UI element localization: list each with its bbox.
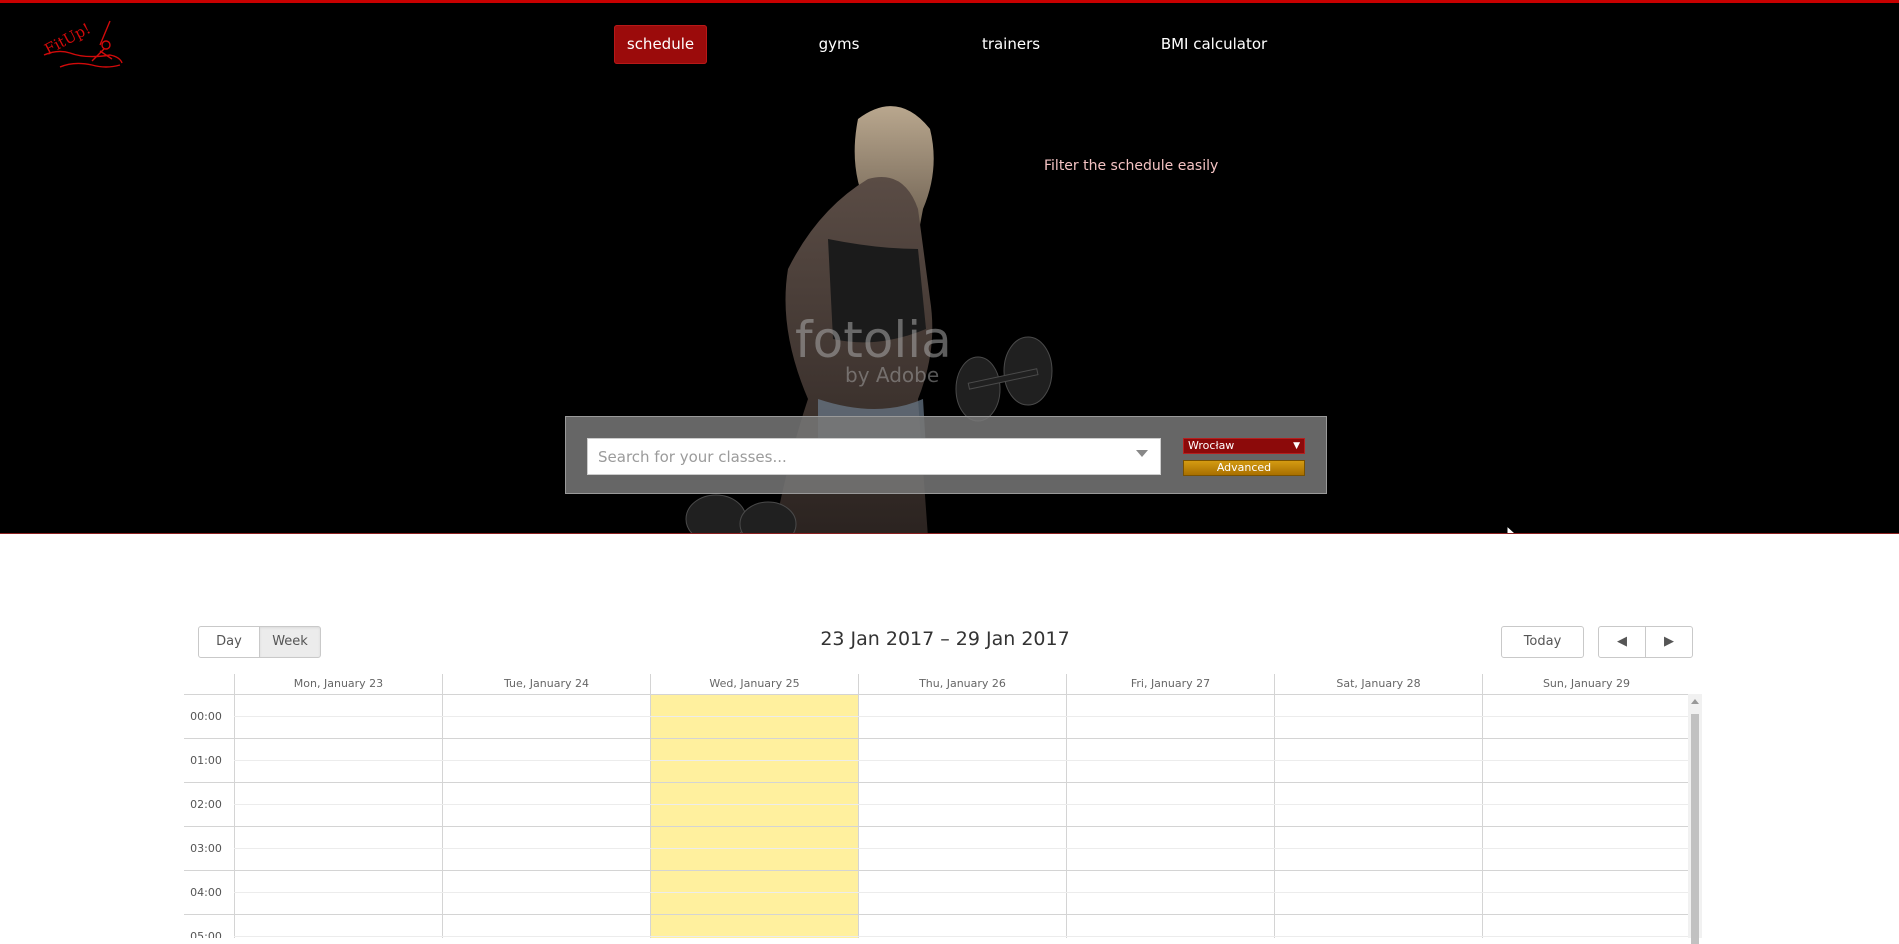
hour-line	[184, 738, 1689, 739]
time-label: 01:00	[190, 754, 222, 767]
watermark-text: fotolia	[795, 311, 952, 369]
day-header: Sat, January 28	[1274, 674, 1482, 694]
day-column[interactable]	[1066, 694, 1274, 938]
day-column[interactable]	[234, 694, 442, 938]
today-column[interactable]	[650, 694, 858, 938]
hour-line	[184, 826, 1689, 827]
advanced-button[interactable]: Advanced	[1183, 460, 1305, 476]
time-label: 04:00	[190, 886, 222, 899]
day-column[interactable]	[1274, 694, 1482, 938]
time-label: 02:00	[190, 798, 222, 811]
fitup-logo[interactable]: FitUp!	[40, 15, 126, 73]
dropdown-arrow-icon: ▼	[1293, 441, 1300, 451]
hero-tagline: Filter the schedule easily	[1044, 158, 1219, 174]
half-hour-line	[234, 936, 1689, 937]
day-header: Wed, January 25	[650, 674, 858, 694]
today-button[interactable]: Today	[1501, 626, 1584, 658]
scrollbar-thumb[interactable]	[1691, 714, 1699, 944]
nav-trainers[interactable]: trainers	[968, 25, 1054, 64]
calendar-date-range: 23 Jan 2017 – 29 Jan 2017	[820, 628, 1070, 650]
city-select[interactable]: Wrocław ▼	[1183, 438, 1305, 454]
prev-arrow-icon: ◀	[1617, 634, 1627, 649]
view-day-button[interactable]: Day	[198, 626, 260, 658]
nav-gyms[interactable]: gyms	[800, 25, 878, 64]
next-arrow-icon: ▶	[1664, 634, 1674, 649]
calendar-scrollbar[interactable]	[1688, 694, 1702, 944]
prev-week-button[interactable]: ◀	[1598, 626, 1646, 658]
time-label: 00:00	[190, 710, 222, 723]
time-label: 05:00	[190, 930, 222, 938]
search-panel: Wrocław ▼ Advanced	[565, 416, 1327, 494]
half-hour-line	[234, 716, 1689, 717]
day-column[interactable]	[858, 694, 1066, 938]
chevron-down-icon[interactable]	[1136, 450, 1148, 457]
day-header: Tue, January 24	[442, 674, 650, 694]
scroll-up-icon[interactable]	[1691, 699, 1699, 704]
view-week-button[interactable]: Week	[259, 626, 321, 658]
next-week-button[interactable]: ▶	[1645, 626, 1693, 658]
day-column[interactable]	[442, 694, 650, 938]
half-hour-line	[234, 804, 1689, 805]
day-header: Thu, January 26	[858, 674, 1066, 694]
time-label: 03:00	[190, 842, 222, 855]
hour-line	[184, 782, 1689, 783]
half-hour-line	[234, 848, 1689, 849]
hero-banner: FitUp! schedule gyms trainers BMI calcul…	[0, 0, 1899, 534]
class-search-input[interactable]	[587, 438, 1161, 475]
city-select-value: Wrocław	[1188, 439, 1235, 452]
nav-schedule[interactable]: schedule	[614, 25, 707, 64]
watermark-subtext: by Adobe	[845, 363, 940, 387]
day-column[interactable]	[1482, 694, 1689, 938]
mouse-cursor-icon	[1506, 525, 1516, 533]
day-header: Fri, January 27	[1066, 674, 1274, 694]
hour-line	[184, 694, 1689, 695]
nav-bmi-calculator[interactable]: BMI calculator	[1154, 25, 1274, 64]
hour-line	[184, 870, 1689, 871]
day-header: Sun, January 29	[1482, 674, 1689, 694]
week-calendar-grid: Mon, January 23 Tue, January 24 Wed, Janua…	[184, 674, 1689, 938]
hour-line	[184, 914, 1689, 915]
half-hour-line	[234, 892, 1689, 893]
half-hour-line	[234, 760, 1689, 761]
day-header: Mon, January 23	[234, 674, 442, 694]
